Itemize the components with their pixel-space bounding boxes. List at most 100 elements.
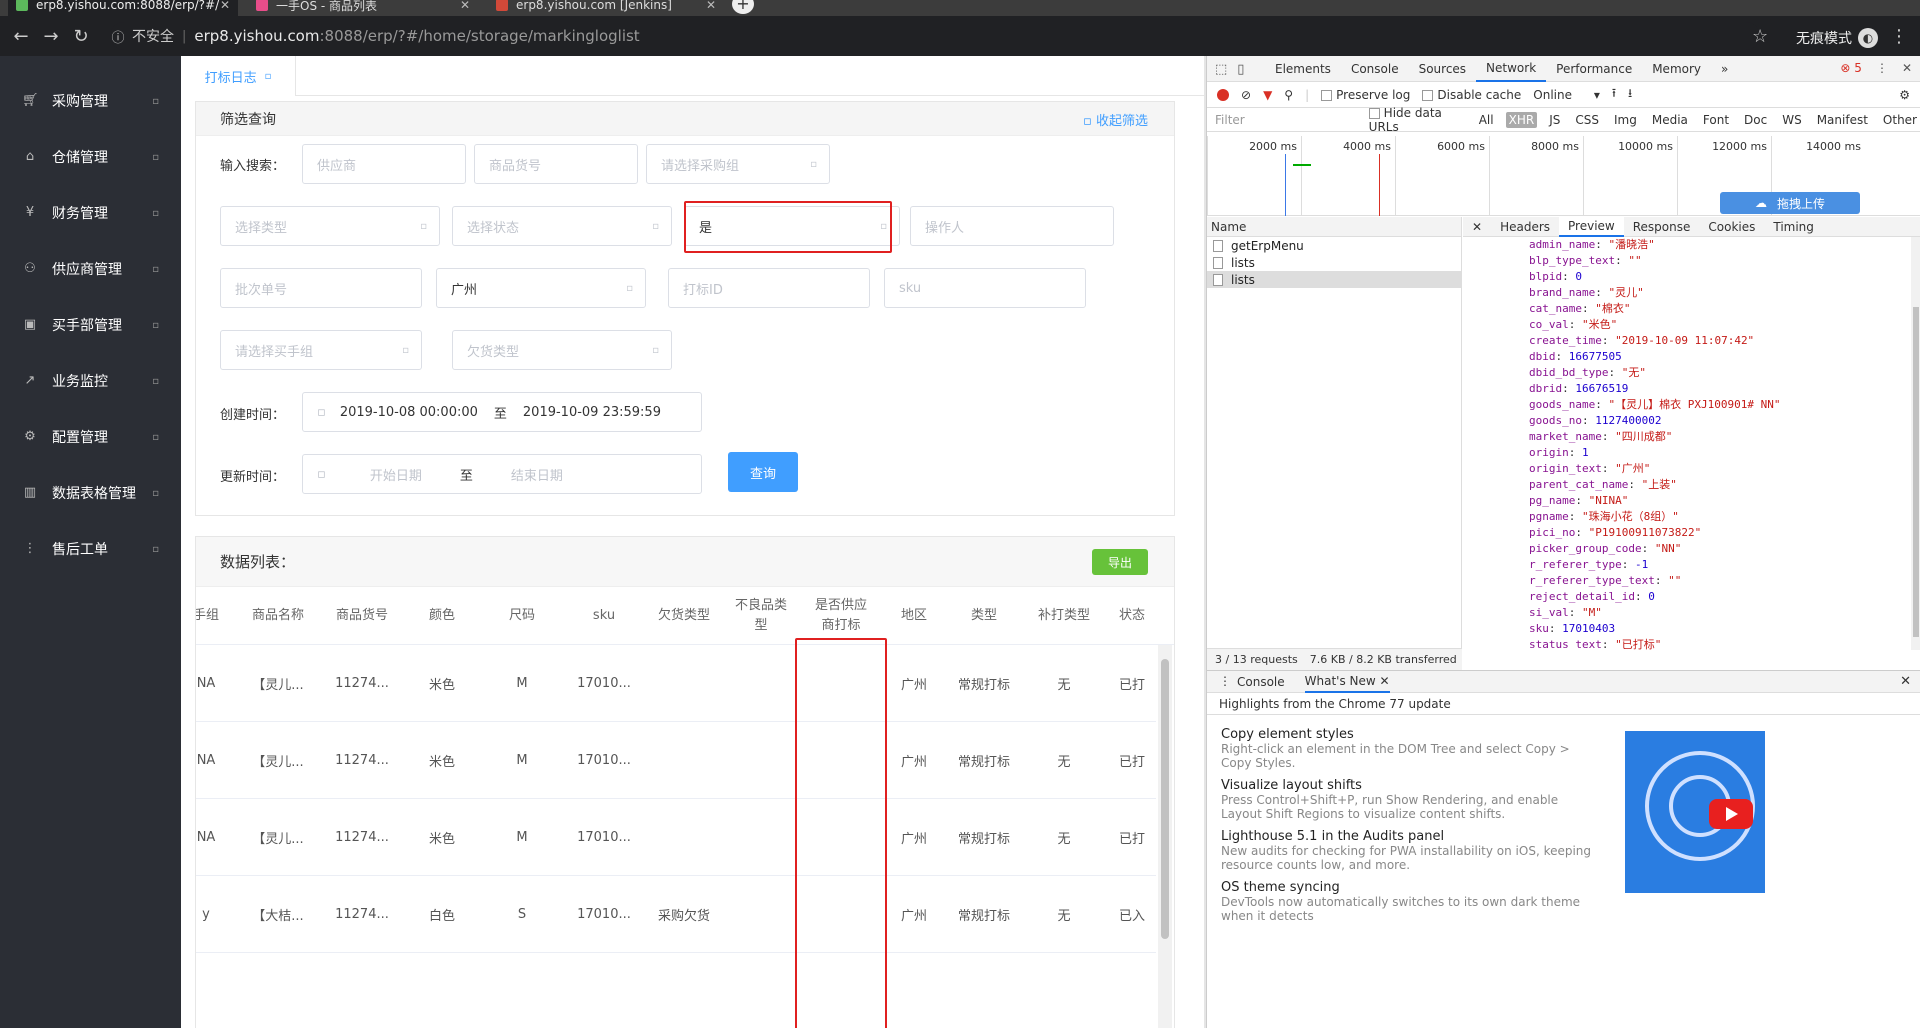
error-count[interactable]: ⊗ 5 bbox=[1840, 61, 1862, 75]
table-scrollbar[interactable] bbox=[1158, 645, 1172, 1028]
filter-type-xhr[interactable]: XHR bbox=[1505, 111, 1538, 128]
updated-date-range[interactable]: ▫ 开始日期 至 结束日期 bbox=[302, 454, 702, 494]
preview-scrollbar[interactable] bbox=[1911, 237, 1920, 650]
export-button[interactable]: 导出 bbox=[1092, 549, 1148, 575]
sidebar-item-supplier[interactable]: ⚇ 供应商管理 ▫ bbox=[0, 241, 181, 297]
settings-gear-icon[interactable]: ⚙ bbox=[1899, 88, 1910, 102]
close-icon[interactable]: ✕ bbox=[1900, 674, 1911, 689]
search-icon[interactable]: ⚲ bbox=[1284, 88, 1293, 102]
tab-response[interactable]: Response bbox=[1624, 220, 1700, 234]
tab-memory[interactable]: Memory bbox=[1642, 56, 1711, 82]
scrollbar-thumb[interactable] bbox=[1161, 659, 1169, 939]
filter-type-img[interactable]: Img bbox=[1611, 112, 1640, 128]
tab-preview[interactable]: Preview bbox=[1559, 216, 1624, 237]
shortage-type-select[interactable]: 欠货类型 ▫ bbox=[452, 330, 672, 370]
tab-sources[interactable]: Sources bbox=[1409, 56, 1476, 82]
tab-network[interactable]: Network bbox=[1476, 56, 1547, 82]
operator-input[interactable]: 操作人 bbox=[910, 206, 1114, 246]
filter-type-doc[interactable]: Doc bbox=[1741, 112, 1770, 128]
sidebar-item-purchase[interactable]: 🛒︎ 采购管理 ▫ bbox=[0, 73, 181, 129]
forward-arrow-icon[interactable]: → bbox=[36, 26, 66, 47]
table-row[interactable]: y 【大桔... 11274... 白色 S 17010... 采购欠货 广州 常规打标 无 已入 bbox=[196, 876, 1156, 953]
close-icon[interactable]: ▫ bbox=[265, 71, 272, 82]
mark-id-input[interactable]: 打标ID bbox=[668, 268, 870, 308]
request-row[interactable]: getErpMenu bbox=[1207, 237, 1461, 254]
sidebar-item-finance[interactable]: ¥ 财务管理 ▫ bbox=[0, 185, 181, 241]
filter-type-font[interactable]: Font bbox=[1700, 112, 1732, 128]
close-icon[interactable]: ✕ bbox=[1463, 220, 1491, 234]
close-icon[interactable]: ✕ bbox=[460, 0, 470, 12]
table-row[interactable]: NA 【灵儿... 11274... 米色 M 17010... 广州 常规打标 无 已打 bbox=[196, 645, 1156, 722]
throttle-select[interactable]: Online ▾ bbox=[1533, 88, 1600, 102]
more-tabs-button[interactable]: » bbox=[1711, 56, 1738, 82]
clear-icon[interactable]: ⊘ bbox=[1241, 88, 1251, 102]
whats-new-video-thumbnail[interactable] bbox=[1625, 731, 1765, 893]
drag-upload-button[interactable]: ☁ 拖拽上传 bbox=[1720, 192, 1860, 214]
created-date-range[interactable]: ▫ 2019-10-08 00:00:00 至 2019-10-09 23:59… bbox=[302, 392, 702, 432]
inspect-icon[interactable]: ⬚ bbox=[1215, 62, 1227, 77]
request-row[interactable]: lists bbox=[1207, 254, 1461, 271]
batch-no-input[interactable]: 批次单号 bbox=[220, 268, 422, 308]
buyer-group-select[interactable]: 请选择买手组 ▫ bbox=[220, 330, 422, 370]
collapse-filter-button[interactable]: ▫ 收起筛选 bbox=[1083, 110, 1148, 129]
whats-new-item[interactable]: Lighthouse 5.1 in the Audits panel New a… bbox=[1207, 829, 1920, 872]
info-icon[interactable]: ⓘ bbox=[110, 27, 126, 46]
preserve-log-checkbox[interactable]: Preserve log bbox=[1321, 88, 1410, 102]
close-icon[interactable]: ✕ bbox=[220, 0, 230, 12]
whats-new-item[interactable]: Visualize layout shifts Press Control+Sh… bbox=[1207, 778, 1920, 821]
close-icon[interactable]: ✕ bbox=[706, 0, 716, 12]
browser-tab-jenkins[interactable]: erp8.yishou.com [Jenkins] ✕ bbox=[488, 0, 724, 16]
sidebar-item-aftersale[interactable]: ⋮ 售后工单 ▫ bbox=[0, 521, 181, 577]
filter-type-manifest[interactable]: Manifest bbox=[1814, 112, 1871, 128]
tab-cookies[interactable]: Cookies bbox=[1699, 220, 1764, 234]
export-icon[interactable]: ⭳ bbox=[1628, 84, 1632, 105]
disable-cache-checkbox[interactable]: Disable cache bbox=[1422, 88, 1521, 102]
query-button[interactable]: 查询 bbox=[728, 452, 798, 492]
tab-timing[interactable]: Timing bbox=[1764, 220, 1823, 234]
filter-type-media[interactable]: Media bbox=[1649, 112, 1691, 128]
whats-new-item[interactable]: OS theme syncing DevTools now automatica… bbox=[1207, 880, 1920, 923]
table-row[interactable]: NA 【灵儿... 11274... 米色 M 17010... 广州 常规打标 无 已打 bbox=[196, 799, 1156, 876]
purchase-group-select[interactable]: 请选择采购组 ▫ bbox=[646, 144, 830, 184]
back-arrow-icon[interactable]: ← bbox=[6, 26, 36, 47]
tab-marking-log[interactable]: 打标日志 ▫ bbox=[181, 56, 296, 96]
import-icon[interactable]: ⭱ bbox=[1612, 84, 1616, 105]
sidebar-item-storage[interactable]: ⌂ 仓储管理 ▫ bbox=[0, 129, 181, 185]
close-icon[interactable]: ✕ bbox=[1902, 61, 1912, 75]
sidebar-item-monitor[interactable]: ↗ 业务监控 ▫ bbox=[0, 353, 181, 409]
tab-headers[interactable]: Headers bbox=[1491, 220, 1559, 234]
hide-data-urls-checkbox[interactable]: Hide data URLs bbox=[1368, 106, 1467, 134]
json-preview[interactable]: admin_name: "潘晓浩" blp_type_text: "" blpid:… bbox=[1463, 237, 1911, 650]
browser-tab-os[interactable]: 一手OS - 商品列表 ✕ bbox=[248, 0, 478, 16]
table-row[interactable]: NA 【灵儿... 11274... 米色 M 17010... 广州 常规打标 无 已打 bbox=[196, 722, 1156, 799]
type-select[interactable]: 选择类型 ▫ bbox=[220, 206, 440, 246]
filter-type-ws[interactable]: WS bbox=[1779, 112, 1804, 128]
sidebar-item-data-table[interactable]: ▥ 数据表格管理 ▫ bbox=[0, 465, 181, 521]
filter-type-js[interactable]: JS bbox=[1546, 112, 1563, 128]
tab-performance[interactable]: Performance bbox=[1546, 56, 1642, 82]
status-select[interactable]: 选择状态 ▫ bbox=[452, 206, 672, 246]
sidebar-item-buyer[interactable]: ▣ 买手部管理 ▫ bbox=[0, 297, 181, 353]
bookmark-star-icon[interactable]: ☆ bbox=[1752, 26, 1768, 47]
devtools-menu-icon[interactable]: ⋮ bbox=[1876, 61, 1888, 75]
sku-input[interactable]: sku bbox=[884, 268, 1086, 308]
new-tab-button[interactable]: + bbox=[732, 0, 754, 14]
drawer-menu-icon[interactable]: ⋮ bbox=[1219, 674, 1231, 688]
tab-elements[interactable]: Elements bbox=[1265, 56, 1341, 82]
region-select[interactable]: 广州 ▫ bbox=[436, 268, 646, 308]
filter-type-other[interactable]: Other bbox=[1880, 112, 1920, 128]
browser-tab-erp[interactable]: erp8.yishou.com:8088/erp/?#/ ✕ bbox=[8, 0, 238, 16]
filter-type-css[interactable]: CSS bbox=[1572, 112, 1602, 128]
network-overview[interactable]: 2000 ms 4000 ms 6000 ms 8000 ms 10000 ms… bbox=[1207, 136, 1920, 216]
name-column-header[interactable]: Name bbox=[1207, 217, 1461, 237]
request-row-selected[interactable]: lists bbox=[1207, 271, 1461, 288]
tab-console-drawer[interactable]: Console bbox=[1237, 675, 1285, 689]
goods-no-input[interactable]: 商品货号 bbox=[474, 144, 638, 184]
device-toggle-icon[interactable]: ▯ bbox=[1237, 62, 1244, 77]
reload-icon[interactable]: ↻ bbox=[66, 26, 96, 47]
tab-console[interactable]: Console bbox=[1341, 56, 1409, 82]
supplier-mark-select[interactable]: 是 ▫ bbox=[684, 206, 900, 246]
url-field[interactable]: ⓘ 不安全 | erp8.yishou.com :8088/erp/?#/hom… bbox=[110, 22, 1760, 50]
youtube-play-icon[interactable] bbox=[1709, 799, 1753, 829]
browser-menu-icon[interactable]: ⋮ bbox=[1890, 26, 1908, 47]
